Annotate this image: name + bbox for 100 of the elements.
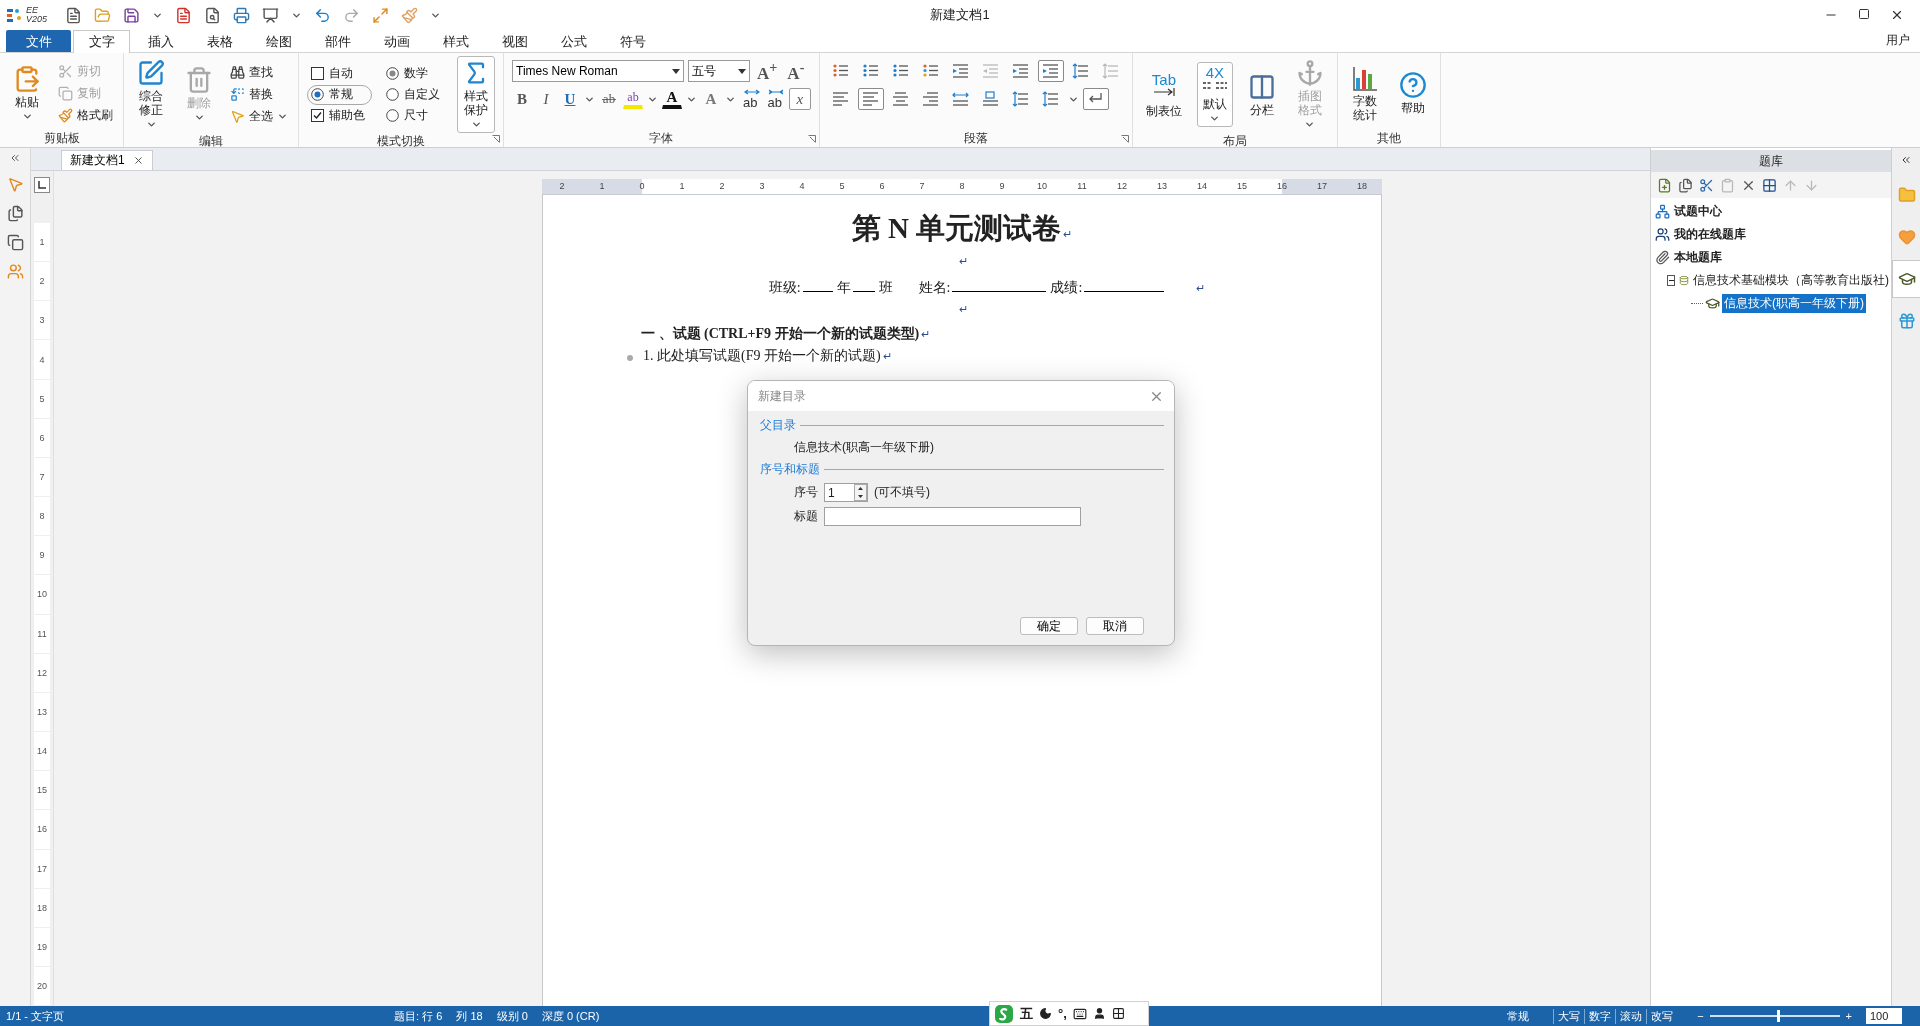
ribbon-tab[interactable]: 文字	[73, 30, 130, 53]
dialog-launcher-icon[interactable]	[492, 135, 500, 143]
users-icon[interactable]	[6, 263, 24, 280]
dialog-button[interactable]: 确定	[1020, 617, 1078, 635]
format-button[interactable]: ab	[623, 89, 643, 109]
paragraph-button[interactable]	[1037, 60, 1064, 82]
font-name-dropdown[interactable]: Times New Roman	[512, 60, 684, 82]
ribbon-button[interactable]: 分栏	[1242, 69, 1281, 120]
status-mode: 滚动	[1615, 1008, 1647, 1024]
tree-item[interactable]: 试题中心	[1672, 202, 1724, 221]
radio-button[interactable]: 数学	[382, 63, 447, 84]
ribbon-tab[interactable]: 插入	[132, 30, 189, 52]
zoom-field[interactable]: 100	[1866, 1008, 1902, 1024]
undo-icon[interactable]	[314, 6, 332, 24]
ribbon-button[interactable]: 帮助	[1393, 68, 1432, 118]
toolbox-icon[interactable]	[1111, 1007, 1125, 1020]
ribbon-tab[interactable]: 视图	[486, 30, 543, 52]
zoom-out-button[interactable]: −	[1697, 1010, 1704, 1022]
presentation-icon[interactable]	[262, 6, 280, 24]
radio-button[interactable]: 尺寸	[382, 105, 447, 126]
tree-item[interactable]: 我的在线题库	[1672, 225, 1748, 244]
pages-icon[interactable]	[6, 205, 24, 222]
ribbon-tab[interactable]: 符号	[604, 30, 661, 52]
tab-stop-icon[interactable]	[34, 177, 50, 193]
radio-button[interactable]: 常规	[307, 84, 372, 105]
ribbon-button[interactable]: 替换	[228, 84, 290, 105]
toolbar-button[interactable]	[1762, 177, 1777, 193]
radio-button[interactable]: 自定义	[382, 84, 447, 105]
format-button[interactable]: ab	[740, 88, 761, 110]
dialog-launcher-icon[interactable]	[1120, 135, 1129, 143]
punctuation-text[interactable]: °,	[1058, 1006, 1067, 1021]
format-button[interactable]: x	[788, 88, 811, 110]
toolbar-button[interactable]	[1678, 177, 1693, 193]
font-size-dropdown[interactable]: 五号	[688, 60, 750, 82]
zoom-in-button[interactable]: +	[1845, 1010, 1852, 1022]
pdf-icon[interactable]	[175, 6, 193, 24]
ribbon-button[interactable]: 全选	[228, 106, 290, 127]
file-menu-button[interactable]: 文件	[6, 30, 71, 52]
tree-item[interactable]: 本地题库	[1672, 248, 1724, 267]
user-label[interactable]: 用户	[1876, 32, 1920, 52]
checkbox[interactable]: 辅助色	[307, 105, 372, 126]
collapse-icon[interactable]	[1900, 154, 1912, 166]
format-button[interactable]: A	[662, 89, 682, 109]
ribbon-button[interactable]: 查找	[228, 62, 290, 83]
ribbon-button[interactable]: 字数统计	[1345, 61, 1384, 125]
zoom-thumb[interactable]	[1777, 1010, 1781, 1022]
checkbox[interactable]: 自动	[307, 63, 372, 84]
folder-icon[interactable]	[94, 6, 112, 24]
new-file-icon[interactable]	[65, 6, 83, 24]
ribbon-button[interactable]: Tab 制表位	[1140, 68, 1187, 121]
gallery-button[interactable]: 4X 默认	[1196, 62, 1233, 127]
paragraph-button[interactable]	[857, 88, 884, 110]
align-icon	[832, 90, 850, 108]
close-icon[interactable]	[132, 155, 144, 166]
document-tab[interactable]: 新建文档1	[61, 150, 153, 170]
ribbon-tab[interactable]: 公式	[545, 30, 602, 52]
preview-icon[interactable]	[204, 6, 222, 24]
gallery-button[interactable]: 样式保护	[457, 56, 495, 133]
redo-icon[interactable]	[343, 6, 361, 24]
ribbon-button[interactable]: 格式刷	[56, 104, 115, 126]
ribbon-tab[interactable]: 部件	[309, 30, 366, 52]
format-button[interactable]: ab	[764, 88, 785, 110]
number-spinner[interactable]: 1	[824, 483, 868, 502]
dialog-button[interactable]: 取消	[1086, 617, 1144, 635]
toolbar-button[interactable]	[1657, 177, 1672, 193]
keyboard-icon[interactable]	[1072, 1006, 1087, 1021]
format-button[interactable]: A	[701, 88, 721, 110]
ribbon-tab[interactable]: 动画	[368, 30, 425, 52]
printer-icon[interactable]	[233, 6, 251, 24]
title-input[interactable]	[824, 507, 1081, 526]
format-button[interactable]: I	[536, 88, 556, 110]
collapse-icon[interactable]	[9, 152, 21, 164]
format-button[interactable]: A$^{+}$	[754, 60, 781, 82]
toolbar-button[interactable]	[1699, 177, 1714, 193]
ribbon-button[interactable]: 粘贴	[8, 61, 46, 125]
tree-item[interactable]: 信息技术基础模块（高等教育出版社)	[1691, 271, 1891, 290]
format-button[interactable]: A$^{-}$	[784, 60, 808, 82]
moon-icon[interactable]	[1039, 1007, 1052, 1020]
ribbon-tab[interactable]: 样式	[427, 30, 484, 52]
side-tab[interactable]	[1892, 260, 1920, 298]
fullscreen-icon[interactable]	[372, 6, 390, 24]
user-icon[interactable]	[1092, 1007, 1106, 1020]
input-mode-text[interactable]: 五	[1020, 1004, 1033, 1023]
format-button[interactable]: U	[560, 88, 580, 110]
ribbon-tab[interactable]: 绘图	[250, 30, 307, 52]
close-icon[interactable]	[1890, 8, 1904, 22]
brush-icon[interactable]	[401, 6, 419, 24]
format-button[interactable]: B	[512, 88, 532, 110]
spinner-arrows-icon[interactable]	[854, 484, 867, 501]
restore-icon[interactable]	[1858, 8, 1870, 20]
tree-item[interactable]: 信息技术(职高一年级下册)	[1722, 294, 1866, 313]
copy-icon[interactable]	[6, 234, 24, 251]
collapse-toggle[interactable]	[1667, 275, 1675, 286]
pointer-icon[interactable]	[6, 176, 24, 193]
ruler-number: 19	[34, 927, 50, 967]
dialog-launcher-icon[interactable]	[807, 135, 816, 143]
paragraph-button[interactable]	[1082, 88, 1109, 110]
ribbon-tab[interactable]: 表格	[191, 30, 248, 52]
ribbon-button[interactable]: 综合修正	[132, 56, 170, 133]
save-icon[interactable]	[123, 6, 141, 24]
